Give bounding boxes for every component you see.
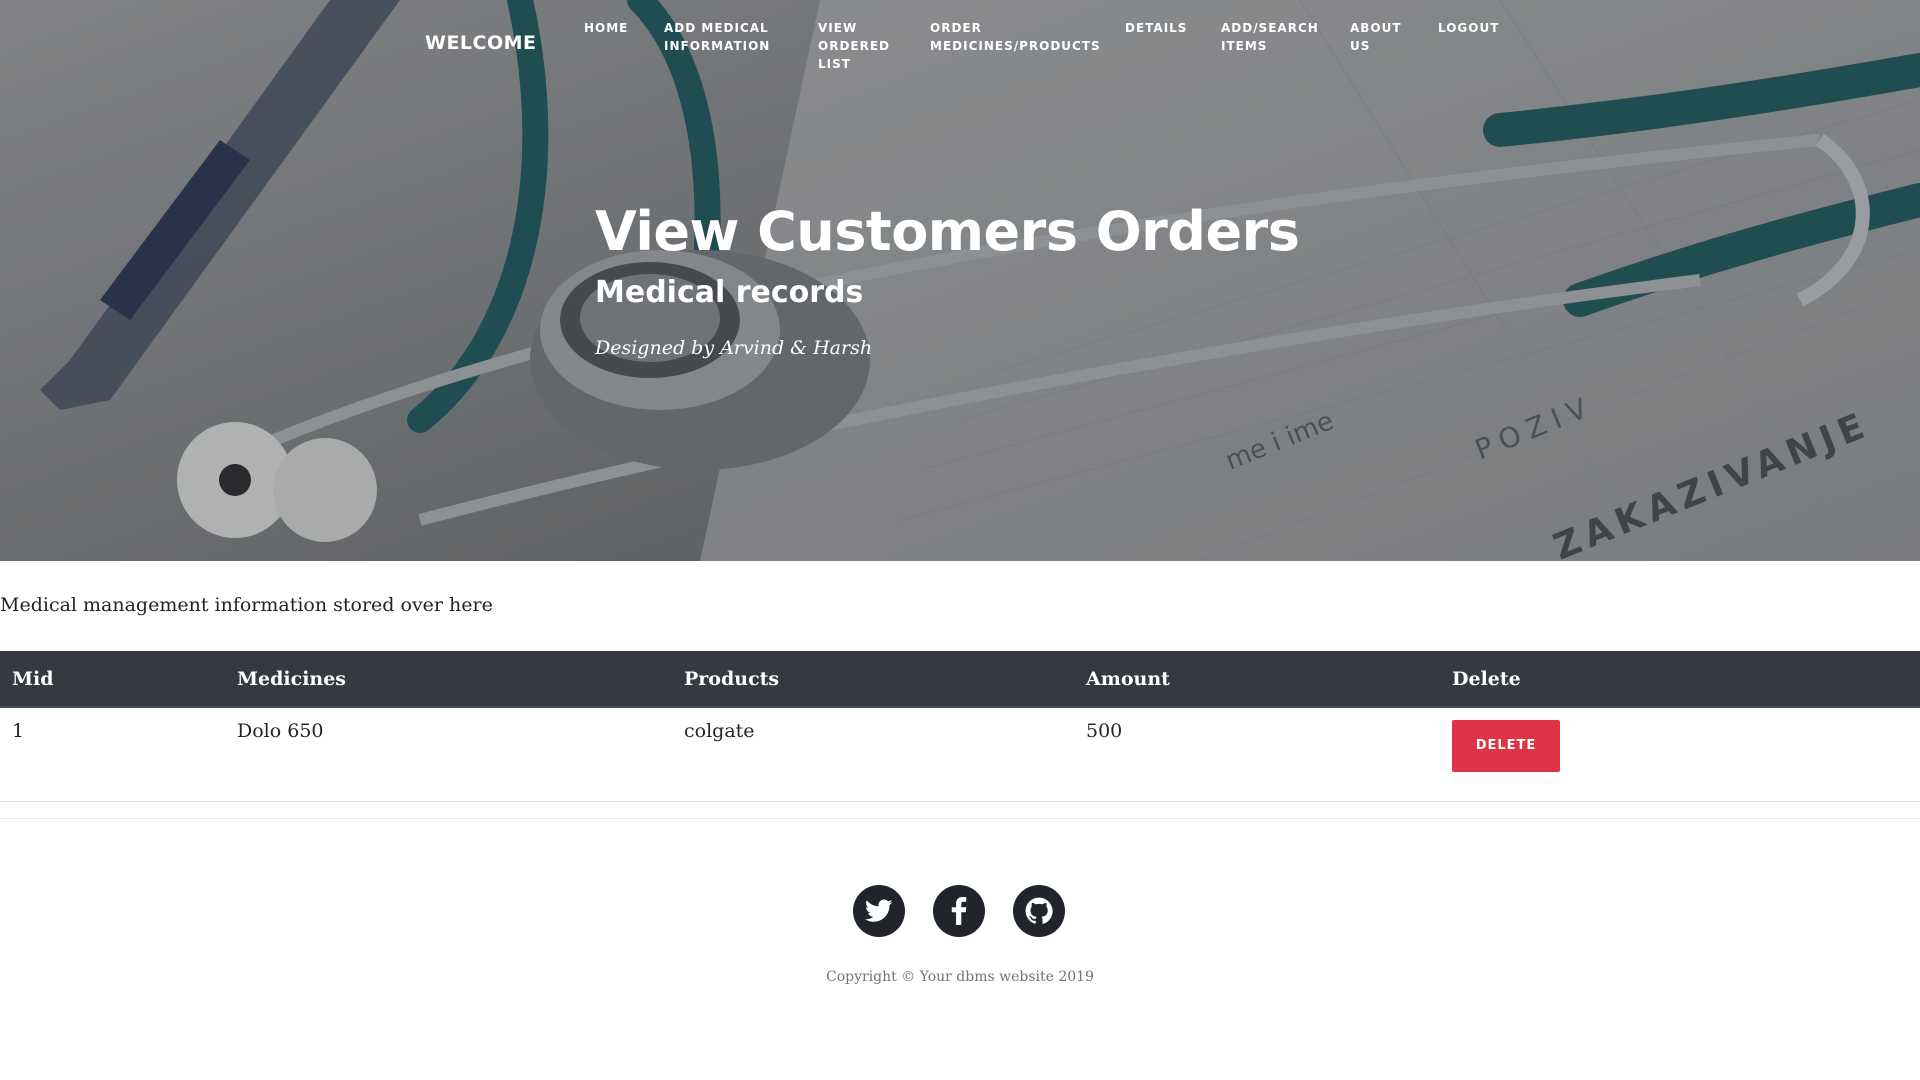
- nav-add-search-items[interactable]: ADD/SEARCH ITEMS: [1221, 19, 1321, 55]
- nav-order-medicines-products[interactable]: ORDER MEDICINES/PRODUCTS: [930, 19, 1100, 55]
- designer-credit: Designed by Arvind & Harsh: [595, 337, 873, 359]
- nav-view-ordered-list[interactable]: VIEW ORDERED LIST: [818, 19, 898, 73]
- cell-delete: DELETE: [1440, 707, 1920, 802]
- delete-button[interactable]: DELETE: [1452, 720, 1560, 772]
- twitter-link[interactable]: [853, 885, 905, 937]
- nav-add-medical-information[interactable]: ADD MEDICAL INFORMATION: [664, 19, 784, 55]
- intro-text: Medical management information stored ov…: [0, 594, 493, 616]
- facebook-link[interactable]: [933, 885, 985, 937]
- brand-logo[interactable]: WELCOME: [425, 32, 537, 54]
- column-header-medicines: Medicines: [225, 651, 672, 708]
- table-header-row: Mid Medicines Products Amount Delete: [0, 651, 1920, 708]
- twitter-icon: [865, 899, 893, 922]
- hero-overlay: [0, 0, 1920, 561]
- cell-products: colgate: [672, 707, 1074, 802]
- hero-header: me i ime POZIV ZAKAZIVANJE WELCOME HOME …: [0, 0, 1920, 561]
- column-header-delete: Delete: [1440, 651, 1920, 708]
- github-link[interactable]: [1013, 885, 1065, 937]
- page-title: View Customers Orders: [595, 200, 1300, 263]
- column-header-products: Products: [672, 651, 1074, 708]
- page-subtitle: Medical records: [595, 275, 864, 310]
- nav-details[interactable]: DETAILS: [1125, 19, 1195, 37]
- nav-about-us[interactable]: ABOUT US: [1350, 19, 1410, 55]
- facebook-icon: [951, 897, 967, 925]
- orders-table: Mid Medicines Products Amount Delete 1 D…: [0, 651, 1920, 802]
- cell-mid: 1: [0, 707, 225, 802]
- nav-logout[interactable]: LOGOUT: [1438, 19, 1518, 37]
- table-row: 1 Dolo 650 colgate 500 DELETE: [0, 707, 1920, 802]
- copyright-text: Copyright © Your dbms website 2019: [825, 969, 1095, 985]
- github-icon: [1025, 897, 1053, 924]
- cell-medicines: Dolo 650: [225, 707, 672, 802]
- cell-amount: 500: [1074, 707, 1440, 802]
- column-header-amount: Amount: [1074, 651, 1440, 708]
- footer-divider: [0, 818, 1920, 819]
- nav-home[interactable]: HOME: [584, 19, 634, 37]
- column-header-mid: Mid: [0, 651, 225, 708]
